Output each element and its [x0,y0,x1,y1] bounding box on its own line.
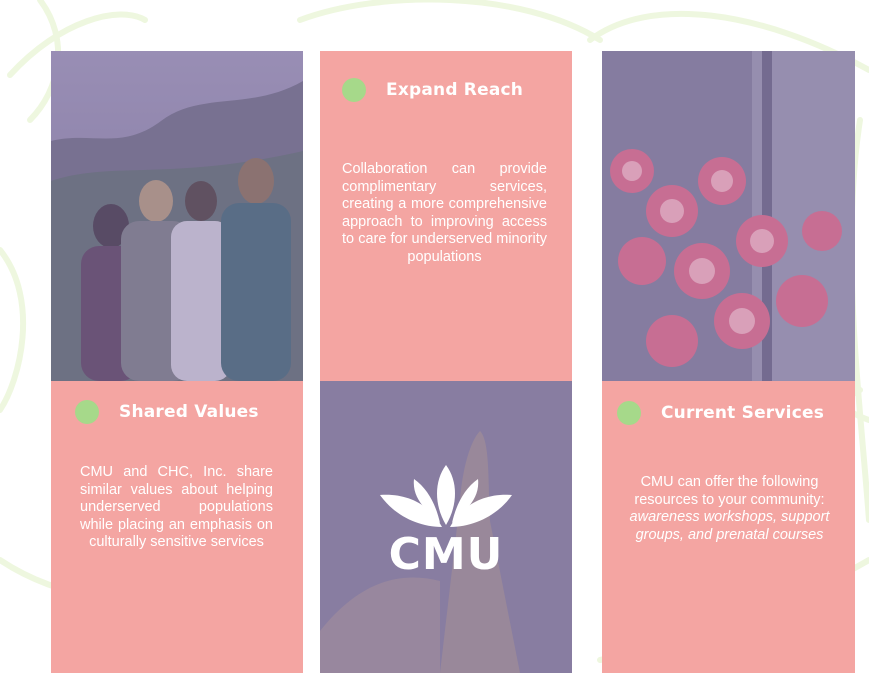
current-services-list: awareness workshops, support groups, and… [629,509,830,543]
flowers-photo-graphic [602,51,855,381]
shared-values-body: CMU and CHC, Inc. share similar values a… [80,464,273,550]
photo-high-five: CMU [320,381,572,673]
current-services-header: Current Services [617,401,824,425]
current-services-body: CMU can offer the following resources to… [622,474,837,544]
current-services-text: CMU can offer the following resources to… [634,474,825,508]
bullet-dot-icon [342,78,366,102]
shared-values-header: Shared Values [75,400,259,424]
photo-women-group [51,51,303,381]
women-photo-graphic [51,51,303,381]
expand-reach-body: Collaboration can provide complimentary … [342,161,547,265]
expand-reach-header: Expand Reach [342,78,523,102]
cmu-leaf-logo-icon [380,465,512,527]
cmu-logo-text: CMU [388,529,504,580]
shared-values-title: Shared Values [119,402,259,422]
expand-reach-title: Expand Reach [386,80,524,100]
card-expand-reach: Expand Reach Collaboration can provide c… [320,51,572,381]
bullet-dot-icon [617,401,641,425]
card-shared-values: Shared Values CMU and CHC, Inc. share si… [51,381,303,673]
bullet-dot-icon [75,400,99,424]
photo-flowers [602,51,855,381]
current-services-title: Current Services [661,403,825,423]
card-current-services: Current Services CMU can offer the follo… [602,381,855,673]
